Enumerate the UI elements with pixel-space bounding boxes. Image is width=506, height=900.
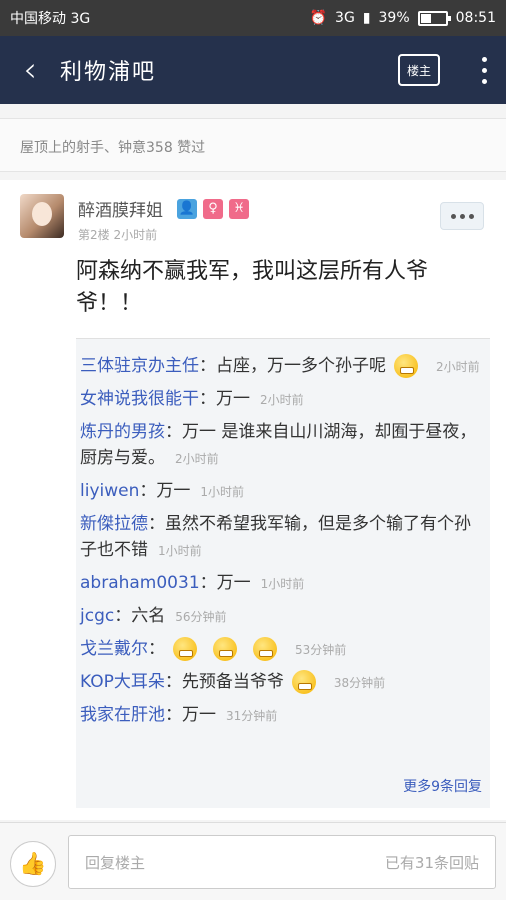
likes-line: 屋顶上的射手、钟意358 赞过 [0, 118, 506, 172]
bottom-bar: 👍 回复楼主 已有31条回贴 [0, 822, 506, 900]
reply-time: 1小时前 [158, 544, 202, 558]
network-label: 3G [335, 10, 355, 26]
reply-time: 2小时前 [175, 452, 219, 466]
user-icon: 👤 [177, 198, 197, 219]
list-item[interactable]: abraham0031：万一 1小时前 [80, 570, 484, 597]
chevron-left-icon[interactable]: ‹ [0, 36, 60, 104]
alarm-icon: ⏰ [309, 10, 328, 26]
reply-text: 万一 [216, 573, 251, 593]
status-bar: 中国移动 3G ⏰ 3G ▮ 39% 08:51 [0, 0, 506, 36]
signal-icon: ▮ [362, 10, 371, 26]
reply-text: 万一 [216, 389, 250, 409]
post-time: 2小时前 [113, 228, 158, 242]
reply-user: liyiwen [80, 481, 140, 501]
reply-text: 万一 [156, 481, 191, 501]
reply-time: 38分钟前 [333, 676, 386, 690]
reply-user: abraham0031 [80, 573, 200, 593]
post-meta: 第2楼 2小时前 [78, 226, 157, 243]
app-bar: ‹ 利物浦吧 楼主 [0, 36, 506, 104]
reply-time: 56分钟前 [175, 610, 227, 624]
reply-time: 1小时前 [200, 485, 245, 499]
reply-list: 三体驻京办主任：占座，万一多个孙子呢 2小时前 女神说我很能干：万一 2小时前 炼丹… [76, 338, 490, 808]
louzhu-button[interactable]: 楼主 [398, 54, 440, 86]
grimace-emoji-icon [253, 637, 277, 661]
carrier-label: 中国移动 3G [10, 11, 91, 27]
reply-time: 53分钟前 [295, 643, 347, 657]
reply-count: 已有31条回贴 [384, 853, 479, 872]
clock: 08:51 [455, 10, 496, 26]
reply-placeholder: 回复楼主 [85, 853, 146, 872]
grimace-emoji-icon [173, 637, 197, 661]
battery-icon [417, 10, 451, 26]
reply-user: 我家在肝池 [80, 705, 165, 725]
battery-percent: 39% [378, 10, 410, 26]
reply-user: 女神说我很能干 [80, 389, 199, 409]
reply-user: KOP大耳朵 [80, 672, 165, 692]
vertical-dots-icon[interactable] [462, 36, 506, 104]
reply-time: 31分钟前 [226, 709, 278, 723]
angry-emoji-icon [291, 670, 316, 694]
list-item[interactable]: 女神说我很能干：万一 2小时前 [80, 386, 484, 413]
reply-text: 六名 [131, 606, 166, 626]
reply-text: 先预备当爷爷 [181, 672, 284, 692]
post-more-button[interactable] [440, 202, 484, 230]
reply-user: 戈兰戴尔 [80, 639, 148, 659]
female-icon: ♀ [203, 198, 223, 219]
reply-time: 2小时前 [436, 360, 480, 374]
list-item[interactable]: liyiwen：万一 1小时前 [80, 478, 484, 505]
reply-time: 2小时前 [260, 393, 304, 407]
list-item[interactable]: jcgc：六名 56分钟前 [80, 603, 484, 630]
grimace-emoji-icon [213, 637, 237, 661]
grin-emoji-icon [394, 354, 418, 378]
page-title: 利物浦吧 [60, 60, 157, 85]
reply-user: 炼丹的男孩 [80, 422, 165, 442]
avatar[interactable] [20, 194, 64, 238]
reply-user: 新傑拉德 [80, 514, 148, 534]
floor-label: 第2楼 [78, 228, 110, 242]
list-item[interactable]: 新傑拉德：虽然不希望我军输，但是多个输了有个孙子也不错 1小时前 [80, 511, 484, 564]
pisces-icon: ♓ [229, 198, 249, 219]
list-item[interactable]: KOP大耳朵：先预备当爷爷 38分钟前 [80, 669, 484, 696]
reply-user: jcgc [80, 606, 115, 626]
thumbs-up-icon[interactable]: 👍 [10, 841, 56, 887]
reply-text: 万一 [182, 705, 216, 725]
list-item[interactable]: 我家在肝池：万一 31分钟前 [80, 702, 484, 729]
reply-text: 占座，万一多个孙子呢 [216, 356, 386, 376]
reply-user: 三体驻京办主任 [80, 356, 199, 376]
reply-input[interactable]: 回复楼主 已有31条回贴 [68, 835, 496, 889]
list-item[interactable]: 炼丹的男孩：万一 是谁来自山川湖海，却囿于昼夜，厨房与爱。 2小时前 [80, 419, 484, 472]
post-username[interactable]: 醉酒膜拜姐 [78, 196, 163, 221]
list-item[interactable]: 戈兰戴尔： 53分钟前 [80, 636, 484, 663]
more-replies-link[interactable]: 更多9条回复 [403, 776, 482, 796]
post-content: 阿森纳不赢我军，我叫这层所有人爷爷！！ [76, 259, 429, 316]
list-item[interactable]: 三体驻京办主任：占座，万一多个孙子呢 2小时前 [80, 353, 484, 380]
reply-time: 1小时前 [260, 577, 305, 591]
post-card: 醉酒膜拜姐 👤 ♀ ♓ 第2楼 2小时前 阿森纳不赢我军，我叫这层所有人爷爷！！… [0, 180, 506, 820]
